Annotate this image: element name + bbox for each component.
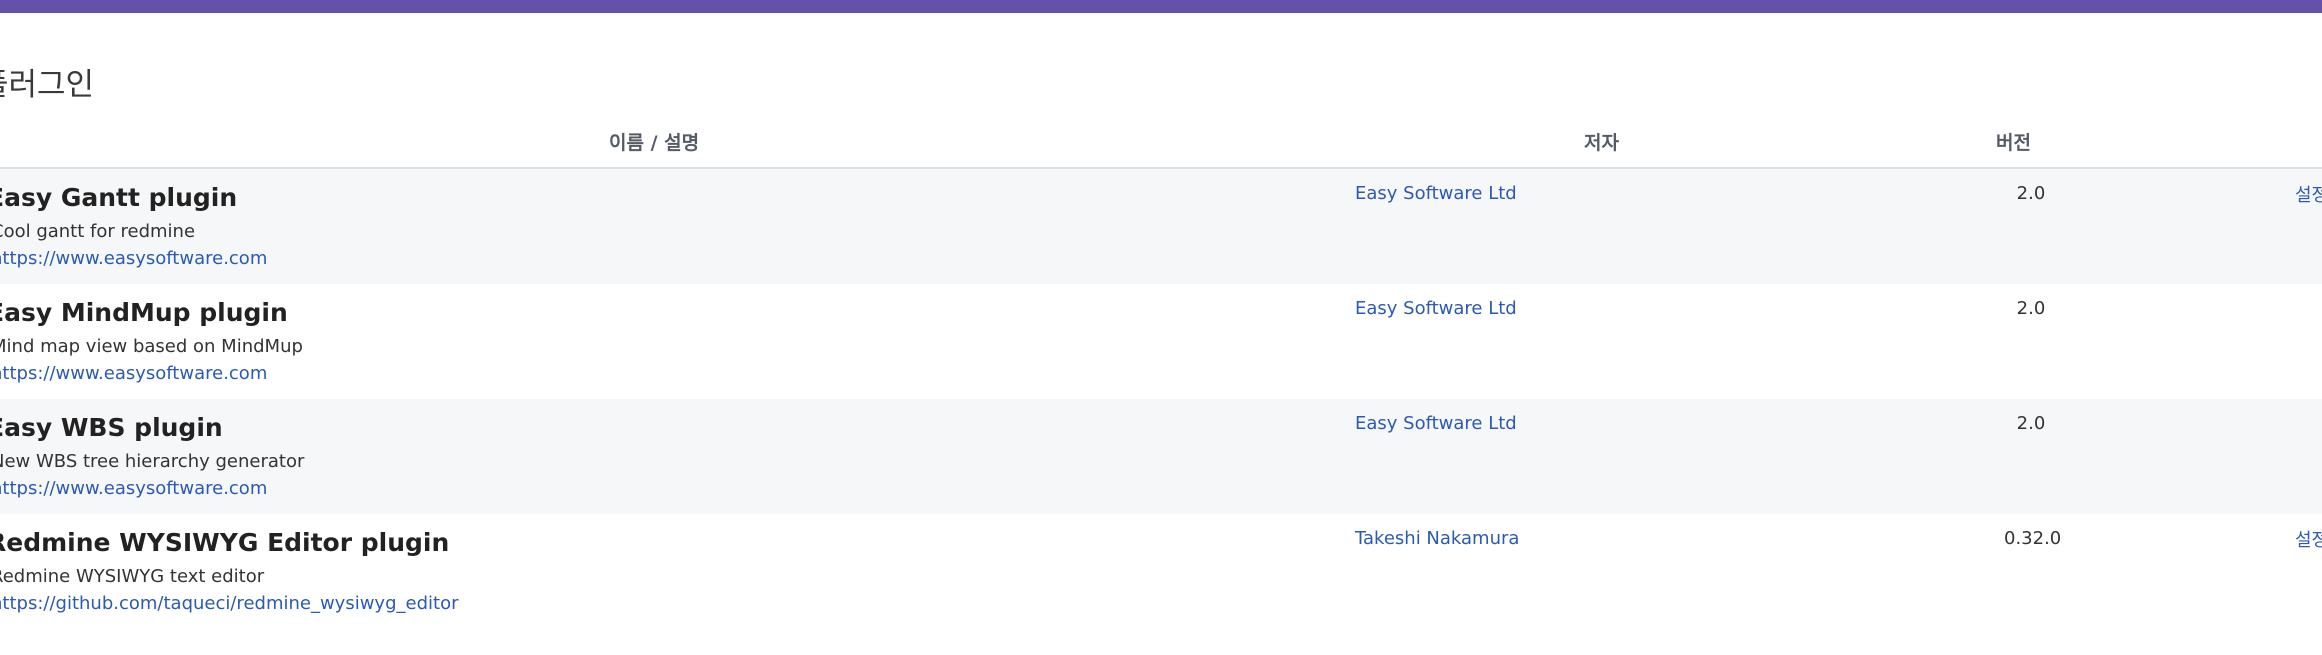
plugin-author-link[interactable]: Easy Software Ltd bbox=[1355, 413, 1517, 434]
plugin-url-link[interactable]: https://www.easysoftware.com bbox=[0, 363, 267, 384]
table-row: Easy WBS plugin New WBS tree hierarchy g… bbox=[0, 399, 2322, 514]
plugin-description: Redmine WYSIWYG text editor bbox=[0, 566, 265, 587]
plugin-url-link[interactable]: https://www.easysoftware.com bbox=[0, 248, 267, 269]
plugin-url-link[interactable]: https://www.easysoftware.com bbox=[0, 478, 267, 499]
table-row: Easy Gantt plugin Cool gantt for redmine… bbox=[0, 169, 2322, 284]
column-header-version: 버전 bbox=[1996, 132, 2031, 154]
table-row: Redmine WYSIWYG Editor plugin Redmine WY… bbox=[0, 514, 2322, 629]
configure-link[interactable]: 설정 bbox=[2295, 181, 2322, 207]
configure-link[interactable]: 설정 bbox=[2295, 526, 2322, 552]
plugin-author-link[interactable]: Easy Software Ltd bbox=[1355, 298, 1517, 319]
plugin-version: 2.0 bbox=[2016, 413, 2046, 434]
plugin-description: Cool gantt for redmine bbox=[0, 221, 196, 242]
plugin-name: Easy MindMup plugin bbox=[0, 298, 288, 327]
plugin-name: Easy WBS plugin bbox=[0, 413, 223, 442]
column-header-name: 이름 / 설명 bbox=[609, 132, 700, 154]
page-title: 플러그인 bbox=[0, 66, 95, 103]
plugin-version: 2.0 bbox=[2016, 298, 2046, 319]
plugin-author-link[interactable]: Takeshi Nakamura bbox=[1355, 528, 1519, 549]
plugin-name: Redmine WYSIWYG Editor plugin bbox=[0, 528, 450, 557]
top-menu-bar bbox=[0, 0, 2322, 13]
plugins-table: 이름 / 설명 저자 버전 Easy Gantt plugin Cool gan… bbox=[0, 118, 2322, 629]
table-header: 이름 / 설명 저자 버전 bbox=[0, 118, 2322, 169]
plugin-version: 0.32.0 bbox=[2004, 528, 2062, 549]
plugin-name: Easy Gantt plugin bbox=[0, 183, 238, 212]
column-header-author: 저자 bbox=[1584, 132, 1619, 154]
plugin-version: 2.0 bbox=[2016, 183, 2046, 204]
table-row: Easy MindMup plugin Mind map view based … bbox=[0, 284, 2322, 399]
plugin-author-link[interactable]: Easy Software Ltd bbox=[1355, 183, 1517, 204]
plugin-description: New WBS tree hierarchy generator bbox=[0, 451, 305, 472]
plugin-url-link[interactable]: https://github.com/taqueci/redmine_wysiw… bbox=[0, 593, 458, 614]
plugin-description: Mind map view based on MindMup bbox=[0, 336, 303, 357]
